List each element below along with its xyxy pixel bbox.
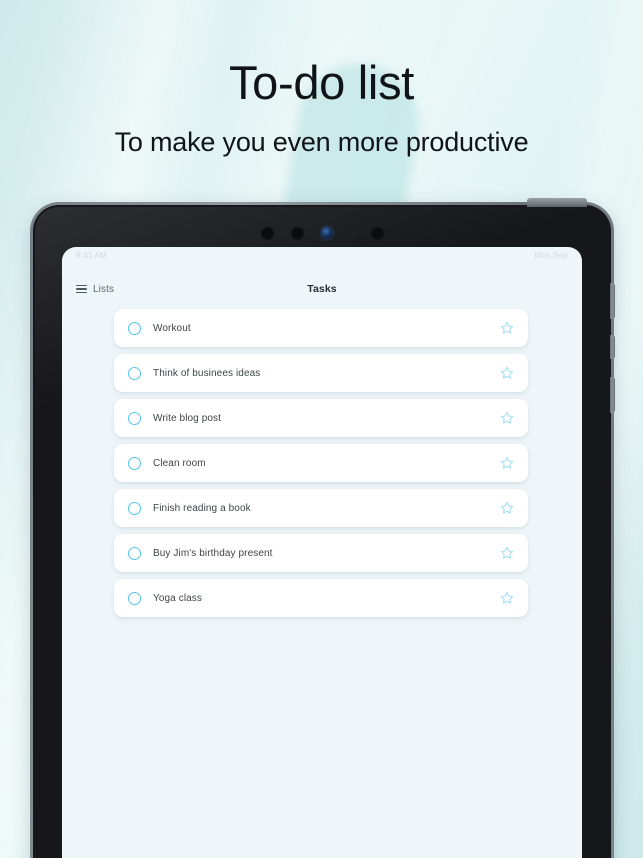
sensor-array	[33, 225, 611, 241]
task-row[interactable]: Yoga class	[114, 579, 528, 617]
task-label: Workout	[153, 322, 191, 334]
task-checkbox[interactable]	[128, 321, 141, 335]
headline-block: To-do list To make you even more product…	[0, 54, 643, 158]
volume-down-button[interactable]	[610, 335, 615, 359]
status-bar-time: 9:41 AM	[76, 250, 107, 260]
status-bar-right: Mon Sep	[534, 250, 568, 260]
volume-up-button[interactable]	[610, 283, 615, 319]
sensor-large-icon	[260, 226, 274, 240]
sensor-large-icon	[290, 226, 304, 240]
side-button[interactable]	[610, 377, 615, 413]
sensor-tiny-icon	[349, 231, 354, 235]
task-checkbox[interactable]	[128, 546, 141, 560]
lists-menu-label: Lists	[93, 283, 115, 295]
tablet-device: 9:41 AM Mon Sep Lists Tasks Workout Thin…	[30, 198, 615, 858]
screen-title: Tasks	[307, 283, 337, 295]
task-checkbox[interactable]	[128, 501, 141, 515]
front-camera-icon	[320, 227, 333, 239]
task-checkbox[interactable]	[128, 366, 141, 380]
task-label: Think of businees ideas	[153, 367, 261, 379]
status-bar: 9:41 AM Mon Sep	[62, 247, 582, 263]
star-icon[interactable]	[499, 320, 515, 336]
task-row[interactable]: Buy Jim's birthday present	[114, 534, 528, 572]
task-label: Finish reading a book	[153, 502, 251, 514]
sensor-large-icon	[370, 226, 384, 240]
task-checkbox[interactable]	[128, 591, 141, 605]
star-icon[interactable]	[499, 455, 515, 471]
star-icon[interactable]	[499, 410, 515, 426]
star-icon[interactable]	[499, 545, 515, 561]
page-subtitle: To make you even more productive	[114, 127, 529, 157]
app-header: Lists Tasks	[62, 275, 582, 303]
task-row[interactable]: Finish reading a book	[114, 489, 528, 527]
power-button[interactable]	[527, 198, 587, 207]
page-title: To-do list	[228, 56, 415, 109]
task-row[interactable]: Write blog post	[114, 399, 528, 437]
star-icon[interactable]	[499, 590, 515, 606]
lists-menu-button[interactable]: Lists	[76, 284, 114, 295]
task-checkbox[interactable]	[128, 411, 141, 425]
task-label: Buy Jim's birthday present	[153, 547, 273, 559]
star-icon[interactable]	[499, 500, 515, 516]
star-icon[interactable]	[499, 365, 515, 381]
tablet-screen: 9:41 AM Mon Sep Lists Tasks Workout Thin…	[62, 247, 582, 858]
task-row[interactable]: Workout	[114, 309, 528, 347]
task-row[interactable]: Think of businees ideas	[114, 354, 528, 392]
hamburger-icon	[76, 285, 87, 293]
page-root: To-do list To make you even more product…	[0, 0, 643, 858]
task-label: Yoga class	[153, 592, 202, 604]
task-label: Write blog post	[153, 412, 222, 424]
task-checkbox[interactable]	[128, 456, 141, 470]
task-label: Clean room	[153, 457, 206, 469]
task-list: Workout Think of businees ideas Write bl…	[114, 309, 528, 624]
task-row[interactable]: Clean room	[114, 444, 528, 482]
